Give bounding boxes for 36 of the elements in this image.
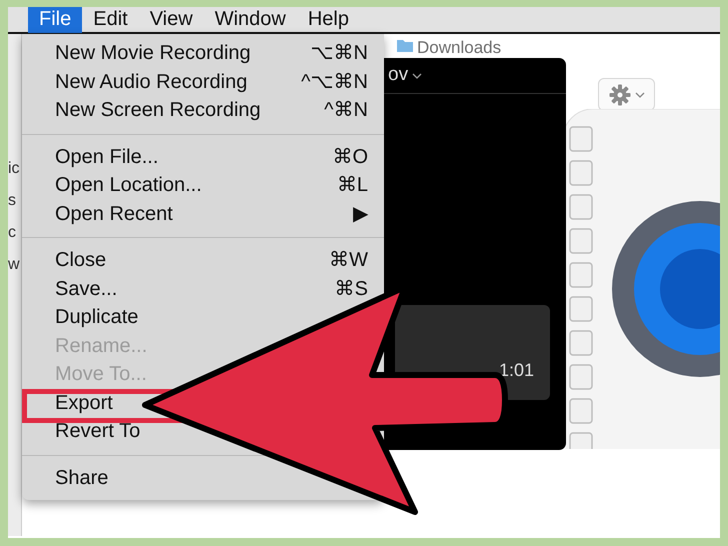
- menu-bar-item[interactable]: Edit: [82, 7, 139, 33]
- menu-item[interactable]: Revert To: [22, 417, 148, 446]
- settings-button[interactable]: [598, 78, 655, 111]
- shortcut-label: ^⌘N: [324, 98, 368, 124]
- menu-bar-item[interactable]: View: [138, 7, 204, 33]
- shortcut-label: ⌘S: [334, 276, 368, 302]
- shortcut-label: ⌥⌘N: [310, 41, 368, 66]
- menu-item[interactable]: New Audio Recording ^⌥⌘N: [22, 68, 384, 96]
- menu-bar-item[interactable]: Window: [204, 7, 297, 33]
- shortcut-label: ⌘L: [336, 173, 368, 198]
- menu-item[interactable]: Duplicate: [22, 303, 146, 332]
- sidebar-item[interactable]: c: [8, 223, 21, 243]
- shortcut-label: ▶: [353, 202, 368, 227]
- window-title: ov: [388, 63, 408, 88]
- folder-name: Downloads: [417, 37, 502, 59]
- menu-bar-item[interactable]: File: [28, 7, 82, 33]
- menu-item[interactable]: Close ⌘W: [22, 246, 384, 274]
- menu-item[interactable]: Save... ⌘S: [22, 274, 384, 303]
- menu-item[interactable]: New Screen Recording ^⌘N: [22, 96, 384, 124]
- sidebar-item[interactable]: s: [8, 191, 21, 211]
- menu-bar-item[interactable]: Help: [296, 7, 360, 33]
- shortcut-label: ^⌥⌘N: [301, 70, 368, 95]
- menu-item[interactable]: Open Recent ▶: [22, 200, 384, 228]
- shortcut-label: ⌘O: [332, 144, 368, 170]
- time-label: 1:01: [498, 359, 534, 382]
- shortcut-label: ⌘W: [329, 248, 368, 274]
- chevron-down-icon: [634, 92, 644, 98]
- menu-item[interactable]: Open File... ⌘O: [22, 142, 384, 171]
- folder-icon: [397, 38, 413, 52]
- sidebar-item[interactable]: w: [8, 255, 21, 275]
- sidebar-item[interactable]: ic: [8, 159, 21, 179]
- menu-item[interactable]: New Movie Recording ⌥⌘N: [22, 39, 384, 68]
- menu-item[interactable]: Export: [22, 388, 121, 417]
- menu-item[interactable]: Share: [22, 464, 116, 492]
- menu-item[interactable]: Open Location... ⌘L: [22, 171, 384, 200]
- chevron-down-icon: [412, 72, 422, 78]
